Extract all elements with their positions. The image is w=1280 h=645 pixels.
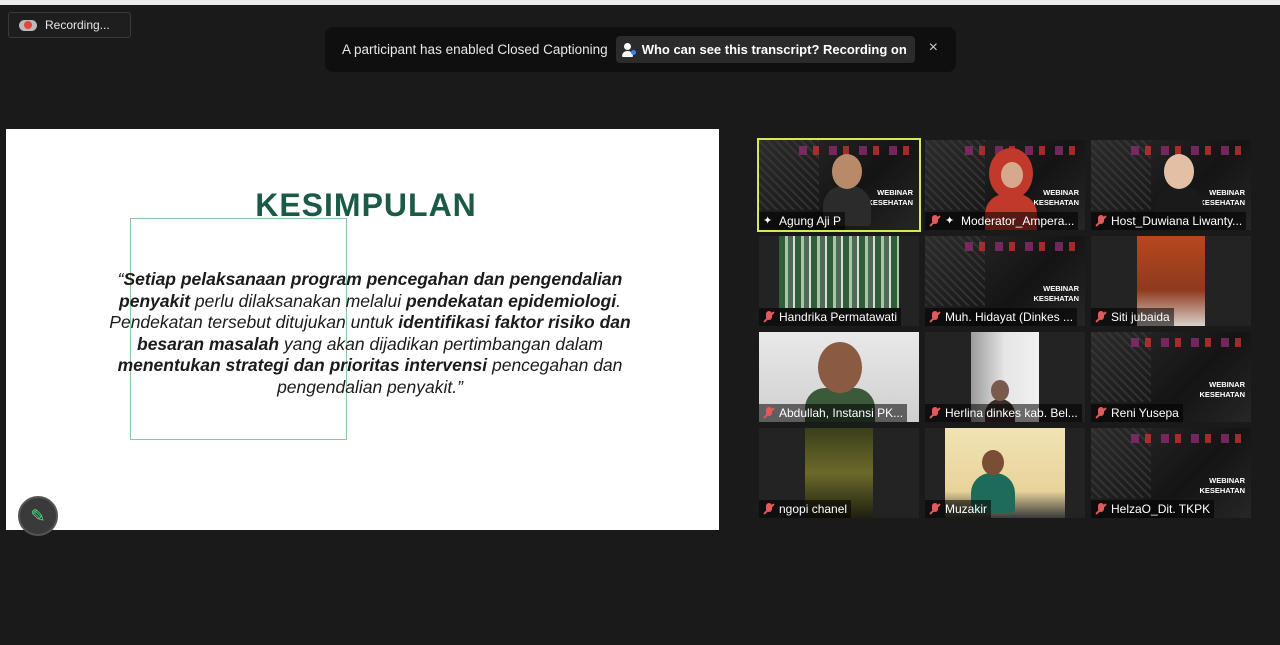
participant-tile[interactable]: WEBINAR KESEHATAN Reni Yusepa bbox=[1091, 332, 1251, 422]
participant-tile[interactable]: Abdullah, Instansi PK... bbox=[759, 332, 919, 422]
mic-muted-icon bbox=[1095, 407, 1107, 419]
close-icon[interactable]: × bbox=[929, 39, 938, 57]
sponsor-logos bbox=[1131, 338, 1246, 347]
poster-text: WEBINAR KESEHATAN bbox=[1199, 188, 1245, 208]
poster-line-1: WEBINAR bbox=[1043, 284, 1079, 293]
poster-line-1: WEBINAR bbox=[877, 188, 913, 197]
mic-muted-icon bbox=[929, 407, 941, 419]
participant-tile[interactable]: Handrika Permatawati bbox=[759, 236, 919, 326]
quote-segment: perlu dilaksanakan melalui bbox=[190, 290, 407, 311]
poster-line-1: WEBINAR bbox=[1209, 476, 1245, 485]
participant-name: Reni Yusepa bbox=[1111, 406, 1179, 420]
face bbox=[1001, 162, 1023, 188]
participant-name: ngopi chanel bbox=[779, 502, 848, 516]
participant-name: Handrika Permatawati bbox=[779, 310, 898, 324]
poster-line-1: WEBINAR bbox=[1209, 188, 1245, 197]
mic-muted-icon bbox=[1095, 503, 1107, 515]
participant-name-bar: ngopi chanel bbox=[759, 500, 852, 518]
participant-name-bar: ✦ Agung Aji P bbox=[759, 212, 846, 230]
spotlight-pin-icon: ✦ bbox=[945, 215, 955, 227]
quote-segment: yang akan dijadikan pertimbangan dalam bbox=[279, 333, 603, 354]
mic-muted-icon bbox=[929, 503, 941, 515]
slide-quote: “Setiap pelaksanaan program pencegahan d… bbox=[100, 269, 640, 399]
sponsor-logos bbox=[1131, 434, 1246, 443]
spotlight-pin-icon: ✦ bbox=[763, 215, 773, 227]
participant-tile[interactable]: WEBINAR KESEHATAN Muh. Hidayat (Dinkes ... bbox=[925, 236, 1085, 326]
participant-name: Abdullah, Instansi PK... bbox=[779, 406, 904, 420]
participant-name: Herlina dinkes kab. Bel... bbox=[945, 406, 1078, 420]
participant-tile[interactable]: WEBINAR KESEHATAN ✦ Moderator_Ampera... bbox=[925, 140, 1085, 230]
sponsor-logos bbox=[965, 242, 1080, 251]
poster-text: WEBINAR KESEHATAN bbox=[1199, 476, 1245, 496]
screen-image bbox=[779, 236, 899, 308]
transcript-visibility-button[interactable]: Who can see this transcript? Recording o… bbox=[615, 36, 915, 63]
poster-text: WEBINAR KESEHATAN bbox=[1199, 380, 1245, 400]
poster-line-2: KESEHATAN bbox=[1199, 486, 1245, 495]
participant-name: Moderator_Ampera... bbox=[961, 214, 1075, 228]
closed-caption-banner: A participant has enabled Closed Caption… bbox=[325, 27, 956, 72]
head bbox=[818, 342, 862, 393]
participant-tile[interactable]: WEBINAR KESEHATAN HelzaO_Dit. TKPK bbox=[1091, 428, 1251, 518]
participant-name: Host_Duwiana Liwanty... bbox=[1111, 214, 1243, 228]
participant-tile[interactable]: WEBINAR KESEHATAN Host_Duwiana Liwanty... bbox=[1091, 140, 1251, 230]
poster-line-2: KESEHATAN bbox=[1033, 294, 1079, 303]
caption-message: A participant has enabled Closed Caption… bbox=[342, 42, 608, 57]
participant-name: Muh. Hidayat (Dinkes ... bbox=[945, 310, 1074, 324]
participant-name-bar: Muh. Hidayat (Dinkes ... bbox=[925, 308, 1078, 326]
head bbox=[991, 380, 1009, 401]
annotate-button[interactable]: ✎ bbox=[18, 496, 58, 536]
poster-text: WEBINAR KESEHATAN bbox=[867, 188, 913, 208]
participant-tile[interactable]: Muzakir bbox=[925, 428, 1085, 518]
poster-text: WEBINAR KESEHATAN bbox=[1033, 188, 1079, 208]
participant-name-bar: Handrika Permatawati bbox=[759, 308, 902, 326]
sponsor-logos bbox=[799, 146, 914, 155]
participant-name-bar: Abdullah, Instansi PK... bbox=[759, 404, 908, 422]
mic-muted-icon bbox=[1095, 311, 1107, 323]
poster-line-2: KESEHATAN bbox=[1033, 198, 1079, 207]
transcript-visibility-label: Who can see this transcript? Recording o… bbox=[641, 42, 907, 57]
sponsor-logos bbox=[1131, 146, 1246, 155]
recording-label: Recording... bbox=[45, 18, 110, 32]
participant-tile[interactable]: ngopi chanel bbox=[759, 428, 919, 518]
participant-name-bar: Host_Duwiana Liwanty... bbox=[1091, 212, 1247, 230]
poster-line-2: KESEHATAN bbox=[867, 198, 913, 207]
participant-name-bar: HelzaO_Dit. TKPK bbox=[1091, 500, 1215, 518]
slide-title: KESIMPULAN bbox=[255, 187, 477, 223]
participant-name: HelzaO_Dit. TKPK bbox=[1111, 502, 1211, 516]
head bbox=[1164, 154, 1194, 189]
mic-muted-icon bbox=[1095, 215, 1107, 227]
poster-line-2: KESEHATAN bbox=[1199, 198, 1245, 207]
quote-segment: pendekatan epidemiologi bbox=[406, 290, 617, 311]
recording-indicator[interactable]: Recording... bbox=[8, 12, 131, 38]
participant-name: Muzakir bbox=[945, 502, 988, 516]
mic-muted-icon bbox=[929, 311, 941, 323]
quote-segment: menentukan strategi dan prioritas interv… bbox=[117, 355, 488, 376]
mic-muted-icon bbox=[763, 407, 775, 419]
participant-tile[interactable]: Siti jubaida bbox=[1091, 236, 1251, 326]
window-top-edge bbox=[0, 0, 1280, 5]
participant-tile[interactable]: WEBINAR KESEHATAN ✦ Agung Aji P bbox=[757, 138, 921, 232]
mic-muted-icon bbox=[929, 215, 941, 227]
head bbox=[832, 154, 862, 189]
shared-screen-slide: KESIMPULAN “Setiap pelaksanaan program p… bbox=[6, 129, 719, 530]
poster-text: WEBINAR KESEHATAN bbox=[1033, 284, 1079, 304]
participant-name: Agung Aji P bbox=[779, 214, 842, 228]
mic-muted-icon bbox=[763, 311, 775, 323]
poster-line-1: WEBINAR bbox=[1043, 188, 1079, 197]
participant-tile[interactable]: Herlina dinkes kab. Bel... bbox=[925, 332, 1085, 422]
participant-name-bar: Reni Yusepa bbox=[1091, 404, 1183, 422]
poster-line-1: WEBINAR bbox=[1209, 380, 1245, 389]
poster-line-2: KESEHATAN bbox=[1199, 390, 1245, 399]
participant-name-bar: Muzakir bbox=[925, 500, 992, 518]
pencil-icon: ✎ bbox=[30, 505, 46, 526]
participant-name-bar: ✦ Moderator_Ampera... bbox=[925, 212, 1079, 230]
cloud-recording-icon bbox=[19, 18, 37, 32]
participant-info-icon bbox=[621, 42, 636, 57]
mic-muted-icon bbox=[763, 503, 775, 515]
participant-name-bar: Herlina dinkes kab. Bel... bbox=[925, 404, 1082, 422]
participant-name: Siti jubaida bbox=[1111, 310, 1170, 324]
participant-name-bar: Siti jubaida bbox=[1091, 308, 1174, 326]
